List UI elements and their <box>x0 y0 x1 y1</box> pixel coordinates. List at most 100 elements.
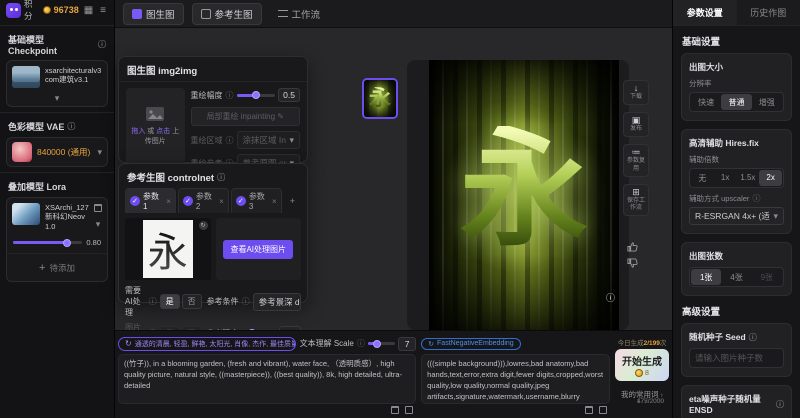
controlnet-tab-3[interactable]: 参数3 <box>231 188 282 213</box>
count-1[interactable]: 1张 <box>691 269 721 285</box>
download-button[interactable]: 下载 <box>623 80 649 105</box>
redraw-area-value: 涂抹区域 In <box>243 134 287 146</box>
image-info-icon[interactable]: ⓘ <box>606 291 615 304</box>
denoise-value[interactable]: 0.5 <box>278 88 300 102</box>
vae-card[interactable]: 840000 (通用) <box>6 137 108 167</box>
checkpoint-card[interactable]: xsarchitecturalv3com建筑v3.1 <box>6 60 108 107</box>
condition-select[interactable]: 参考景深 dept <box>253 293 301 311</box>
close-icon[interactable] <box>166 197 171 206</box>
positive-prompt-input[interactable]: ((竹子)), in a blooming garden, (fresh and… <box>118 354 416 404</box>
result-thumbnail[interactable]: 永 <box>362 78 398 119</box>
reuse-params-button[interactable]: 参数复用 <box>623 144 649 176</box>
clear-negative-prompt-icon[interactable] <box>585 406 593 414</box>
ai-process-row: 需要AI处理 是 否 <box>125 285 202 318</box>
info-icon[interactable] <box>226 135 234 146</box>
resolution-enhanced[interactable]: 增强 <box>752 94 782 110</box>
thumbs-down-icon[interactable] <box>627 258 638 269</box>
chevron-down-icon[interactable] <box>55 93 60 104</box>
ai-process-no-button[interactable]: 否 <box>182 294 202 309</box>
add-controlnet-tab-button[interactable]: + <box>284 196 301 206</box>
upload-click-word[interactable]: 点击 <box>156 128 170 135</box>
thumbs-up-icon[interactable] <box>627 241 638 252</box>
coin-icon <box>635 369 643 377</box>
inpainting-button[interactable]: 局部重绘 inpainting ✎ <box>191 107 300 126</box>
controlnet-tab-2[interactable]: 参数2 <box>178 188 229 213</box>
info-icon[interactable] <box>217 172 225 183</box>
clear-positive-prompt-icon[interactable] <box>391 406 399 414</box>
prompt-tags-pill[interactable]: 通透的清晨, 轻盈, 鲜艳, 太阳光, 肖像, 杰作, 最佳质量 <box>118 337 296 351</box>
menu-icon[interactable] <box>98 5 108 16</box>
app-logo-icon[interactable] <box>6 3 21 18</box>
upscaler-label: 辅助方式 upscaler <box>689 193 749 204</box>
count-4[interactable]: 4张 <box>721 269 751 285</box>
cfg-scale-slider[interactable] <box>368 342 395 345</box>
save-icon <box>632 188 640 197</box>
tab-history[interactable]: 历史作图 <box>737 0 800 25</box>
advanced-settings-header: 高级设置 <box>682 304 791 318</box>
img2img-tab-icon <box>132 9 142 19</box>
info-icon[interactable] <box>752 193 760 204</box>
upload-drag-word[interactable]: 拖入 <box>131 128 145 135</box>
lora-weight-slider[interactable] <box>13 241 82 244</box>
info-icon[interactable] <box>357 338 365 349</box>
save-workflow-button[interactable]: 保存工作流 <box>623 184 649 216</box>
tab-controlnet[interactable]: 参考生图 <box>192 3 262 25</box>
chevron-down-icon[interactable] <box>97 147 102 158</box>
top-tab-bar: 图生图 参考生图 工作流 <box>115 0 672 28</box>
info-icon[interactable] <box>242 296 250 307</box>
positive-prompt-panel: 通透的清晨, 轻盈, 鲜艳, 太阳光, 肖像, 杰作, 最佳质量 文本理解 Sc… <box>118 335 416 414</box>
info-icon[interactable] <box>749 332 757 343</box>
tab-parameters[interactable]: 参数设置 <box>673 0 737 25</box>
tab-workflow[interactable]: 工作流 <box>270 4 329 24</box>
quota-value: 2/199 <box>644 340 660 347</box>
close-icon[interactable] <box>219 197 224 206</box>
view-ai-image-button[interactable]: 查看AI处理图片 <box>223 240 293 259</box>
hires-1-5x[interactable]: 1.5x <box>737 170 760 186</box>
close-icon[interactable] <box>272 197 277 206</box>
tab-img2img[interactable]: 图生图 <box>123 3 184 25</box>
expand-positive-prompt-icon[interactable] <box>405 406 413 414</box>
hires-1x[interactable]: 1x <box>714 170 737 186</box>
ensd-title: eta噪声种子随机量 ENSD <box>689 393 773 415</box>
lora-item[interactable]: XSArchi_127新科幻Neov1.0 <box>7 198 107 236</box>
info-icon[interactable] <box>149 296 157 307</box>
cfg-scale-value[interactable]: 7 <box>398 337 416 351</box>
controlnet-tab-label: 参数3 <box>249 191 269 211</box>
condition-value: 参考景深 dept <box>259 296 301 308</box>
controlnet-panel-title: 参考生图 controlnet <box>127 170 214 184</box>
grid-view-icon[interactable] <box>82 5 95 16</box>
upscaler-select[interactable]: R-ESRGAN 4x+ (适合多种风 <box>689 207 784 225</box>
info-icon[interactable] <box>776 399 784 410</box>
negative-embedding-pill[interactable]: FastNegativeEmbedding <box>421 338 521 350</box>
seed-input[interactable] <box>689 348 784 368</box>
ai-process-yes-button[interactable]: 是 <box>160 294 180 309</box>
controlnet-reference-image[interactable]: 永 <box>125 218 211 280</box>
info-icon[interactable] <box>226 90 234 101</box>
count-9[interactable]: 9张 <box>752 269 782 285</box>
image-upload-dropzone[interactable]: 拖入 或 点击 上传图片 <box>126 88 185 164</box>
denoise-slider[interactable] <box>237 94 276 97</box>
publish-button[interactable]: 发布 <box>623 112 649 137</box>
add-lora-button[interactable]: 待添加 <box>7 253 107 281</box>
trash-icon[interactable] <box>94 204 102 212</box>
info-icon[interactable] <box>98 39 106 50</box>
tab-label: 工作流 <box>292 7 321 21</box>
generate-button[interactable]: 开始生成 8 <box>615 349 669 381</box>
info-icon[interactable] <box>67 121 75 132</box>
quota-prefix: 今日生成 <box>618 340 644 347</box>
redraw-area-select[interactable]: 涂抹区域 In <box>237 131 300 149</box>
resolution-normal[interactable]: 普通 <box>721 94 751 110</box>
chevron-down-icon[interactable] <box>96 219 101 230</box>
resolution-fast[interactable]: 快速 <box>691 94 721 110</box>
controlnet-tab-1[interactable]: 参数1 <box>125 188 176 213</box>
hires-2x[interactable]: 2x <box>759 170 782 186</box>
hires-none[interactable]: 无 <box>691 170 714 186</box>
refresh-icon[interactable] <box>199 221 208 230</box>
generated-image[interactable]: 永 <box>429 60 619 330</box>
upload-or-word: 或 <box>147 128 154 135</box>
negative-prompt-input[interactable]: (((simple background))),lowres,bad anato… <box>421 354 610 404</box>
negative-embedding-text: FastNegativeEmbedding <box>437 340 514 347</box>
expand-negative-prompt-icon[interactable] <box>599 406 607 414</box>
save-workflow-label: 保存工作流 <box>625 198 647 212</box>
ai-process-label: 需要AI处理 <box>125 285 146 318</box>
